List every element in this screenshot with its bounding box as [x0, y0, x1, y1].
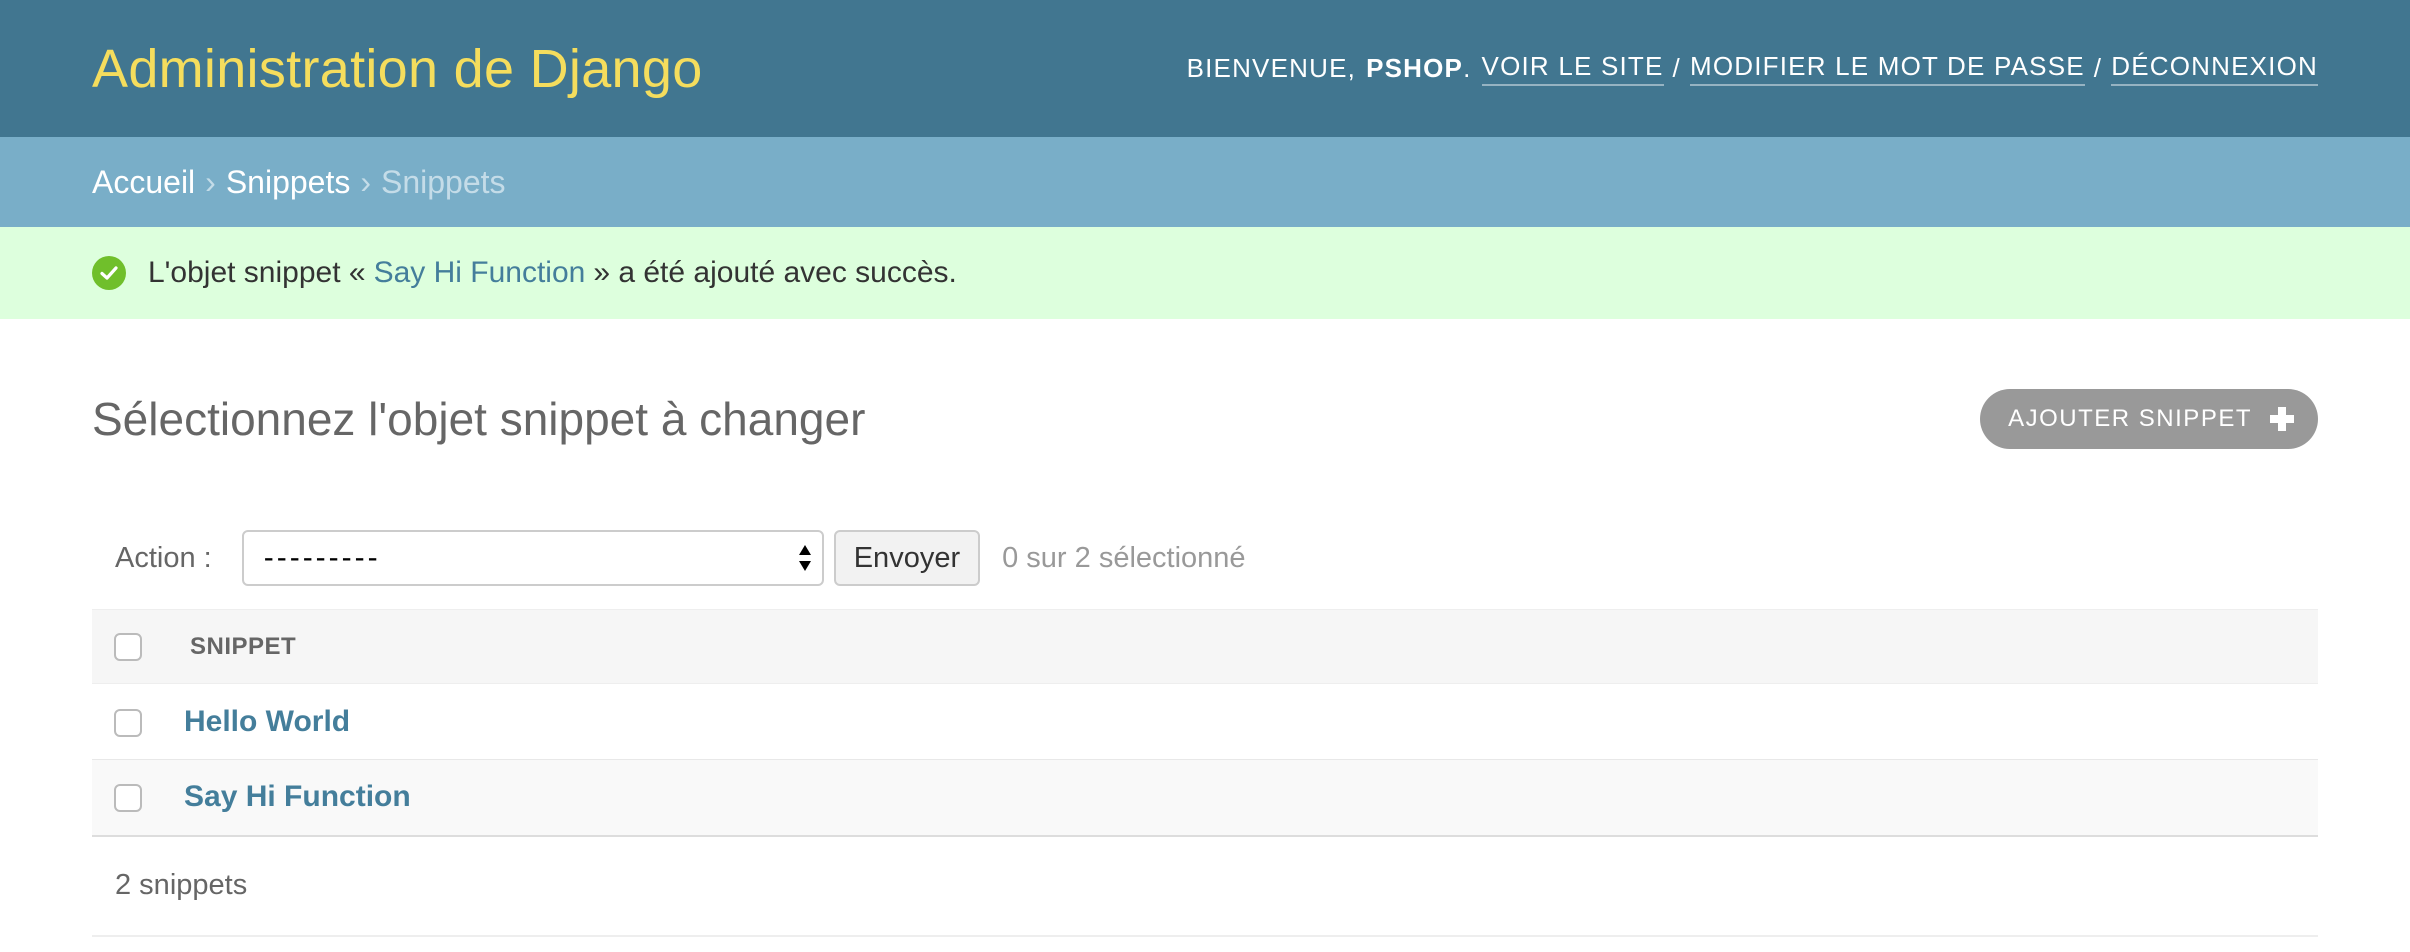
column-header-label: Snippet — [190, 632, 297, 660]
message-text-after: » a été ajouté avec succès. — [593, 256, 957, 289]
user-tools: Bienvenue, pshop . Voir le site / Modifi… — [1187, 51, 2318, 86]
title-row: Sélectionnez l'objet snippet à changer A… — [92, 319, 2318, 519]
row-link[interactable]: Say Hi Function — [184, 780, 411, 813]
breadcrumb-app[interactable]: Snippets — [226, 164, 351, 201]
breadcrumb-current: Snippets — [381, 163, 506, 200]
site-branding[interactable]: Administration de Django — [92, 38, 703, 100]
selection-counter: 0 sur 2 sélectionné — [1002, 541, 1246, 574]
plus-icon — [2270, 407, 2294, 431]
go-button[interactable]: Envoyer — [833, 530, 981, 586]
username: pshop — [1366, 53, 1464, 83]
message-object-link[interactable]: Say Hi Function — [374, 256, 586, 290]
actions-bar: Action : --------- Envoyer 0 sur 2 sélec… — [92, 519, 2318, 597]
welcome-text: Bienvenue, — [1186, 53, 1357, 83]
success-message: L'objet snippet « Say Hi Function » a ét… — [0, 227, 2410, 319]
table-row: Say Hi Function — [92, 759, 2318, 836]
message-text-before: L'objet snippet « — [148, 256, 366, 289]
breadcrumb-separator: › — [205, 163, 216, 200]
action-select-value: --------- — [263, 541, 381, 574]
select-all-cell — [92, 610, 184, 684]
period: . — [1463, 53, 1472, 83]
separator: / — [1672, 53, 1681, 83]
row-label-cell: Hello World — [184, 684, 2318, 760]
header-bar: Administration de Django Bienvenue, psho… — [0, 0, 2410, 137]
breadcrumb: Accueil › Snippets › Snippets — [0, 137, 2410, 227]
row-link[interactable]: Hello World — [184, 705, 350, 738]
row-checkbox[interactable] — [114, 708, 142, 737]
action-label: Action : — [115, 541, 212, 574]
select-arrows-icon — [798, 545, 811, 571]
logout-link[interactable]: Déconnexion — [2111, 51, 2318, 86]
view-site-link[interactable]: Voir le site — [1481, 51, 1664, 86]
change-password-link[interactable]: Modifier le mot de passe — [1689, 51, 2085, 86]
row-checkbox[interactable] — [114, 784, 142, 813]
check-circle-icon — [92, 256, 126, 290]
breadcrumb-home[interactable]: Accueil — [92, 164, 195, 201]
add-snippet-label: Ajouter snippet — [2008, 405, 2252, 432]
result-table: Snippet Hello World Say Hi Function — [92, 609, 2318, 837]
row-checkbox-cell — [92, 760, 184, 836]
breadcrumb-separator: › — [360, 163, 371, 200]
table-header-row: Snippet — [92, 609, 2318, 684]
row-label-cell: Say Hi Function — [184, 760, 2318, 836]
action-select[interactable]: --------- — [241, 530, 824, 586]
page-title: Sélectionnez l'objet snippet à changer — [92, 393, 866, 445]
separator: / — [2093, 53, 2103, 83]
main-content: Sélectionnez l'objet snippet à changer A… — [0, 319, 2410, 937]
paginator: 2 snippets — [92, 837, 2318, 937]
add-snippet-button[interactable]: Ajouter snippet — [1980, 389, 2318, 449]
row-checkbox-cell — [92, 684, 184, 760]
column-header-snippet[interactable]: Snippet — [184, 610, 2318, 684]
table-row: Hello World — [92, 684, 2318, 760]
select-all-checkbox[interactable] — [114, 632, 142, 661]
